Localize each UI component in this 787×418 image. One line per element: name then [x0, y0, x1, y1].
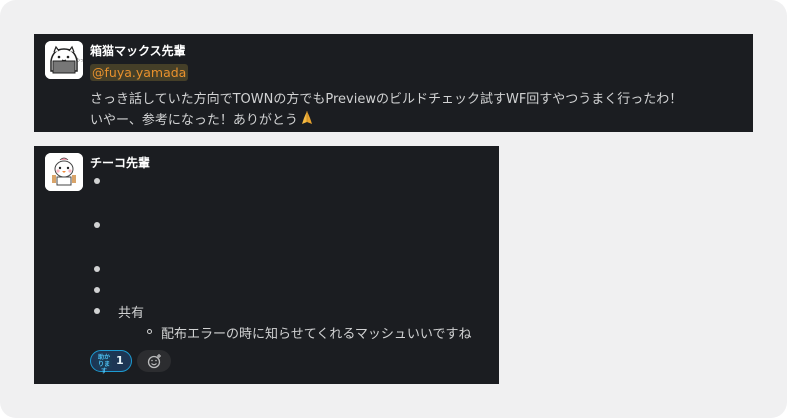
list-bullet	[94, 222, 100, 228]
list-bullet	[94, 266, 100, 272]
avatar-hakoneko[interactable]: もっ	[45, 41, 83, 79]
sub-list-bullet	[147, 329, 152, 334]
add-reaction-button[interactable]	[137, 350, 171, 372]
list-item-text: 共有	[118, 306, 145, 321]
chick-character-avatar-icon	[45, 153, 83, 191]
folded-hands-emoji-icon	[299, 110, 315, 126]
message-text-line: さっき話していた方向でTOWNの方でもPreviewのビルドチェック試すWF回す…	[90, 92, 683, 107]
screenshot-frame: もっ 箱猫マックス先輩 @fuya.yamada さっき話していた方向でTOWN…	[0, 0, 787, 418]
message-author[interactable]: チーコ先輩	[90, 154, 150, 171]
cat-box-avatar-icon: もっ	[45, 41, 83, 79]
user-mention[interactable]: @fuya.yamada	[90, 64, 189, 81]
message-author[interactable]: 箱猫マックス先輩	[90, 42, 186, 59]
reaction-count: 1	[116, 354, 124, 367]
custom-reaction-emoji-icon: 助かります	[96, 354, 112, 375]
list-bullet	[94, 308, 100, 314]
list-bullet	[94, 287, 100, 293]
reaction-pill[interactable]: 助かります 1	[90, 350, 132, 375]
message-text: いやー、参考になった！ありがとう	[90, 113, 298, 128]
sub-list-item-text: 配布エラーの時に知らせてくれるマッシュいいですね	[161, 327, 472, 342]
list-bullet	[94, 178, 100, 184]
message-2[interactable]: チーコ先輩 共有 配布エラーの時に知らせてくれるマッシュいいですね 助かります …	[34, 146, 499, 384]
svg-text:もっ: もっ	[76, 57, 83, 62]
add-reaction-icon	[147, 354, 161, 369]
message-text-line: いやー、参考になった！ありがとう	[90, 109, 315, 128]
message-1[interactable]: もっ 箱猫マックス先輩 @fuya.yamada さっき話していた方向でTOWN…	[34, 34, 753, 132]
avatar-chiko[interactable]	[45, 153, 83, 191]
